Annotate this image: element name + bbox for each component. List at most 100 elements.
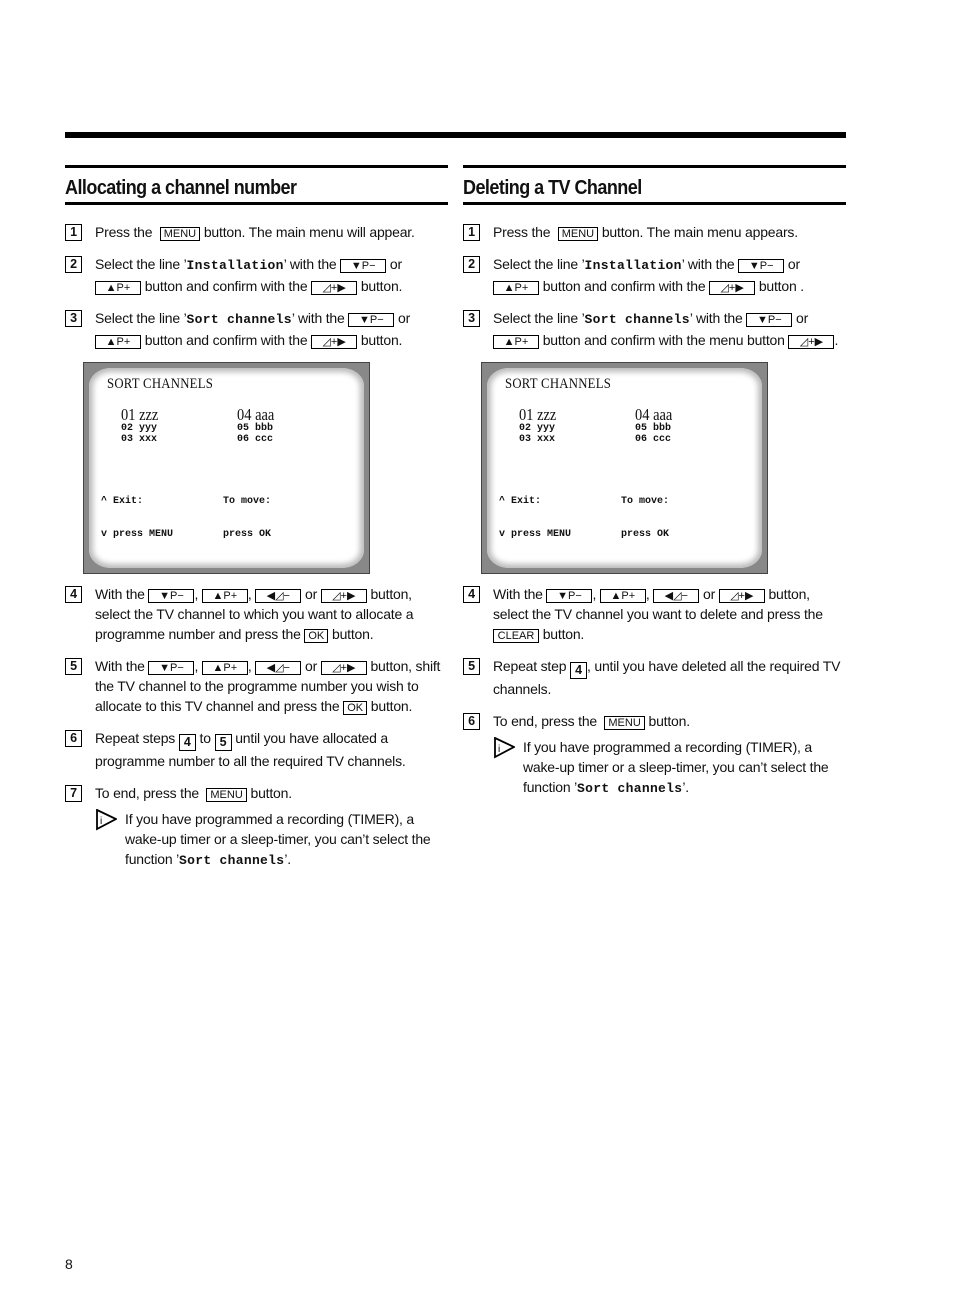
step-number: 6 [65,730,82,747]
svg-text:i: i [498,744,500,755]
step-3: 3 Select the line ’Sort channels’ with t… [463,308,846,350]
step-7: 7 To end, press the MENU button. i If yo… [65,783,448,871]
vol-plus-key: ◿+▶ [320,589,367,603]
step-number: 1 [463,224,480,241]
tv-footer-exit: ^ Exit: v press MENU [499,496,572,540]
step-5: 5 With the ▼P−, ▲P+, ◀◿− or ◿+▶ button, … [65,656,448,716]
channel-entry: 05 bbb [635,423,672,434]
step-4: 4 With the ▼P−, ▲P+, ◀◿− or ◿+▶ button, … [463,584,846,644]
channel-entry: 06 ccc [237,434,274,445]
section-deleting: Deleting a TV Channel 1 Press the MENU b… [463,165,846,811]
channel-selected: 01 zzz [519,405,557,424]
channel-entry: 03 xxx [121,434,158,445]
channel-column: 04 aaa 05 bbb 06 ccc [237,406,281,445]
info-icon: i [494,737,515,759]
p-plus-key: ▲P+ [493,335,539,349]
p-plus-key: ▲P+ [201,589,248,603]
section-header: Allocating a channel number [65,165,448,205]
menu-item-name: Installation [186,258,284,273]
step-number: 1 [65,224,82,241]
step-1: 1 Press the MENU button. The main menu w… [65,222,448,242]
tv-footer-move: To move: press OK [223,496,272,540]
tv-screen-illustration: SORT CHANNELS 01 zzz 02 yyy 03 xxx 04 aa… [481,362,768,574]
channel-column: 01 zzz 02 yyy 03 xxx [519,406,563,445]
tv-screen: SORT CHANNELS 01 zzz 02 yyy 03 xxx 04 aa… [487,368,762,568]
tv-screen-illustration: SORT CHANNELS 01 zzz 02 yyy 03 xxx 04 aa… [83,362,370,574]
step-number: 6 [463,713,480,730]
page-number: 8 [65,1256,73,1272]
section-allocating: Allocating a channel number 1 Press the … [65,165,448,883]
step-reference: 4 [178,734,196,751]
channel-column: 01 zzz 02 yyy 03 xxx [121,406,165,445]
vol-minus-key: ◀◿− [653,589,700,603]
step-5: 5 Repeat step 4, until you have deleted … [463,656,846,699]
p-plus-key: ▲P+ [201,661,248,675]
channel-entry: 05 bbb [237,423,274,434]
step-2: 2 Select the line ’Installation’ with th… [65,254,448,296]
step-list: 1 Press the MENU button. The main menu a… [463,222,846,799]
step-2: 2 Select the line ’Installation’ with th… [463,254,846,296]
section-title: Deleting a TV Channel [463,177,642,199]
section-header: Deleting a TV Channel [463,165,846,205]
info-note: i If you have programmed a recording (TI… [493,737,846,799]
vol-minus-key: ◀◿− [255,589,302,603]
tv-screen-title: SORT CHANNELS [107,376,214,392]
p-plus-key: ▲P+ [95,281,141,295]
ok-key: OK [304,629,329,643]
p-minus-key: ▼P− [348,313,395,327]
step-4: 4 With the ▼P−, ▲P+, ◀◿− or ◿+▶ button, … [65,584,448,644]
vol-plus-key: ◿+▶ [311,281,358,295]
menu-key: MENU [557,227,599,241]
step-1: 1 Press the MENU button. The main menu a… [463,222,846,242]
channel-entry: 02 yyy [121,423,158,434]
top-rule [65,132,846,138]
clear-key: CLEAR [493,629,539,643]
channel-entry-large: 04 aaa [635,405,673,424]
step-6: 6 Repeat steps 4 to 5 until you have all… [65,728,448,771]
channel-entry: 03 xxx [519,434,556,445]
p-plus-key: ▲P+ [95,335,141,349]
step-number: 5 [65,658,82,675]
menu-item-name: Sort channels [186,312,292,327]
menu-key: MENU [206,788,247,802]
channel-entry-large: 04 aaa [237,405,275,424]
vol-plus-key: ◿+▶ [718,589,765,603]
channel-column: 04 aaa 05 bbb 06 ccc [635,406,679,445]
vol-minus-key: ◀◿− [255,661,302,675]
svg-text:i: i [100,816,102,827]
p-minus-key: ▼P− [546,589,593,603]
vol-plus-key: ◿+▶ [311,335,358,349]
ok-key: OK [343,701,368,715]
step-number: 5 [463,658,480,675]
info-note: i If you have programmed a recording (TI… [95,809,448,871]
step-number: 2 [463,256,480,273]
p-plus-key: ▲P+ [599,589,646,603]
step-number: 2 [65,256,82,273]
menu-item-name: Sort channels [584,312,690,327]
tv-screen: SORT CHANNELS 01 zzz 02 yyy 03 xxx 04 aa… [89,368,364,568]
vol-plus-key: ◿+▶ [709,281,756,295]
vol-plus-key: ◿+▶ [788,335,835,349]
step-list: 1 Press the MENU button. The main menu w… [65,222,448,871]
step-number: 3 [65,310,82,327]
p-minus-key: ▼P− [148,589,195,603]
step-reference: 4 [570,662,587,679]
step-number: 4 [65,586,82,603]
p-plus-key: ▲P+ [493,281,539,295]
tv-footer-exit: ^ Exit: v press MENU [101,496,174,540]
section-title: Allocating a channel number [65,177,297,199]
step-reference: 5 [214,734,232,751]
p-minus-key: ▼P− [746,313,793,327]
step-number: 3 [463,310,480,327]
menu-key: MENU [604,716,645,730]
tv-screen-title: SORT CHANNELS [505,376,612,392]
menu-key: MENU [159,227,201,241]
vol-plus-key: ◿+▶ [320,661,367,675]
p-minus-key: ▼P− [340,259,387,273]
p-minus-key: ▼P− [148,661,195,675]
step-3: 3 Select the line ’Sort channels’ with t… [65,308,448,350]
tv-footer-move: To move: press OK [621,496,670,540]
channel-entry: 02 yyy [519,423,556,434]
step-number: 7 [65,785,82,802]
step-6: 6 To end, press the MENU button. i If yo… [463,711,846,799]
